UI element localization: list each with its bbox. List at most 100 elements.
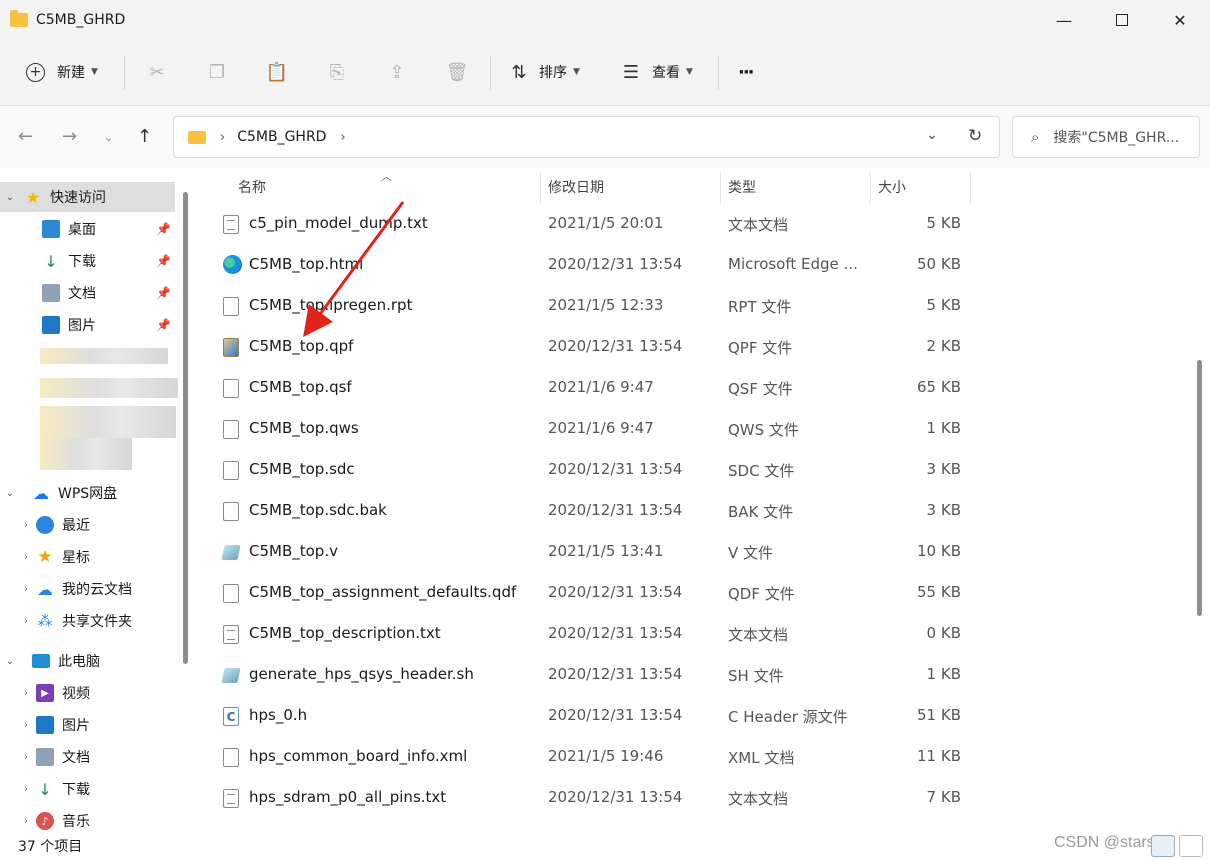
sidebar-item-pc-downloads[interactable]: › ↓ 下载: [0, 774, 175, 804]
file-row[interactable]: C5MB_top_assignment_defaults.qdf 2020/12/…: [217, 573, 977, 614]
file-row[interactable]: hps_sdram_p0_all_pins.txt 2020/12/31 13:5…: [217, 778, 977, 819]
details-view-button[interactable]: [1151, 835, 1175, 857]
file-type: V 文件: [728, 544, 774, 562]
sidebar-item-videos[interactable]: › ▶ 视频: [0, 678, 175, 708]
column-header-name[interactable]: 名称: [238, 168, 266, 206]
sidebar-scrollbar[interactable]: [183, 192, 188, 664]
file-row[interactable]: C5MB_top.ipregen.rpt 2021/1/5 12:33 RPT 文件…: [217, 286, 977, 327]
breadcrumb-segment[interactable]: C5MB_GHRD: [237, 129, 326, 145]
copy-button[interactable]: ❐: [206, 54, 228, 90]
sidebar-item-label: 桌面: [68, 222, 96, 238]
sidebar-item-my-cloud-docs[interactable]: › ☁ 我的云文档: [0, 574, 175, 604]
column-divider[interactable]: [970, 172, 971, 204]
cut-button[interactable]: ✂: [146, 54, 168, 90]
chevron-down-icon: ⌄: [5, 191, 15, 203]
pin-icon[interactable]: 📌: [156, 222, 171, 236]
forward-button[interactable]: →: [62, 126, 77, 147]
new-button[interactable]: + 新建 ▼: [26, 54, 98, 90]
file-date-modified: 2021/1/6 9:47: [548, 378, 654, 396]
close-button[interactable]: ✕: [1151, 0, 1209, 40]
computer-icon: [32, 654, 50, 668]
column-header-date[interactable]: 修改日期: [548, 168, 604, 206]
sidebar-item-downloads[interactable]: ↓ 下载 📌: [0, 246, 175, 276]
list-view-icon: ☰: [622, 61, 640, 83]
chevron-down-icon: ⌄: [5, 655, 15, 667]
paste-button[interactable]: 📋: [266, 54, 288, 90]
sidebar-item-this-pc[interactable]: ⌄ 此电脑: [0, 646, 175, 676]
file-type: RPT 文件: [728, 298, 792, 316]
back-button[interactable]: ←: [18, 126, 33, 147]
tiles-view-button[interactable]: [1179, 835, 1203, 857]
address-history-button[interactable]: ⌄: [926, 127, 938, 143]
file-date-modified: 2020/12/31 13:54: [548, 501, 683, 519]
pin-icon[interactable]: 📌: [156, 286, 171, 300]
breadcrumb-chevron-icon[interactable]: ›: [340, 130, 345, 145]
sidebar-item-label: WPS网盘: [58, 486, 118, 502]
c-header-icon: C: [223, 707, 239, 726]
file-name: C5MB_top.v: [249, 542, 338, 560]
maximize-button[interactable]: [1093, 0, 1151, 40]
sort-button[interactable]: ⇅ 排序 ▼: [508, 54, 579, 90]
copy-icon: ❐: [208, 61, 226, 83]
sidebar-item-desktop[interactable]: 桌面 📌: [0, 214, 175, 244]
file-row[interactable]: hps_common_board_info.xml 2021/1/5 19:46 X…: [217, 737, 977, 778]
toolbar-divider: [124, 56, 125, 90]
sidebar-item-pc-documents[interactable]: › 文档: [0, 742, 175, 772]
search-icon: ⌕: [1031, 128, 1040, 146]
pictures-icon: [42, 316, 60, 334]
file-name: hps_common_board_info.xml: [249, 747, 468, 765]
redacted-item: [40, 406, 176, 438]
file-name: C5MB_top.qsf: [249, 378, 352, 396]
column-divider[interactable]: [870, 172, 871, 204]
up-button[interactable]: ↑: [137, 126, 152, 147]
column-header-type[interactable]: 类型: [728, 168, 756, 206]
forward-arrow-icon: →: [62, 126, 78, 147]
pin-icon[interactable]: 📌: [156, 318, 171, 332]
sidebar-item-pc-pictures[interactable]: › 图片: [0, 710, 175, 740]
file-row[interactable]: c5_pin_model_dump.txt 2021/1/5 20:01 文本文档 5…: [217, 204, 977, 245]
file-row[interactable]: C5MB_top.sdc.bak 2020/12/31 13:54 BAK 文件 3 …: [217, 491, 977, 532]
sidebar-item-music[interactable]: › ♪ 音乐: [0, 806, 175, 832]
file-row[interactable]: C5MB_top.html 2020/12/31 13:54 Microsoft E…: [217, 245, 977, 286]
file-row[interactable]: Chps_0.h 2020/12/31 13:54 C Header 源文件 51 K…: [217, 696, 977, 737]
refresh-button[interactable]: ↻: [968, 126, 982, 146]
column-divider[interactable]: [720, 172, 721, 204]
file-icon: [223, 379, 239, 398]
file-list-scrollbar[interactable]: [1197, 360, 1202, 616]
file-type: XML 文档: [728, 749, 795, 767]
sidebar-item-recent[interactable]: › 最近: [0, 510, 175, 540]
file-row[interactable]: C5MB_top.qws 2021/1/6 9:47 QWS 文件 1 KB: [217, 409, 977, 450]
search-box[interactable]: ⌕ 搜索"C5MB_GHR...: [1012, 116, 1200, 158]
pin-icon[interactable]: 📌: [156, 254, 171, 268]
delete-button[interactable]: 🗑: [446, 54, 469, 90]
file-row[interactable]: C5MB_top.qpf 2020/12/31 13:54 QPF 文件 2 KB: [217, 327, 977, 368]
file-row[interactable]: C5MB_top.v 2021/1/5 13:41 V 文件 10 KB: [217, 532, 977, 573]
file-row[interactable]: C5MB_top.qsf 2021/1/6 9:47 QSF 文件 65 KB: [217, 368, 977, 409]
rename-button[interactable]: ⎘: [326, 54, 348, 90]
file-row[interactable]: C5MB_top.sdc 2020/12/31 13:54 SDC 文件 3 KB: [217, 450, 977, 491]
share-icon: ⇪: [389, 61, 405, 83]
verilog-file-icon: [221, 545, 241, 560]
download-icon: ↓: [44, 251, 58, 271]
address-bar[interactable]: › C5MB_GHRD › ⌄ ↻: [173, 116, 1000, 158]
file-row[interactable]: C5MB_top_description.txt 2020/12/31 13:54…: [217, 614, 977, 655]
file-type: SH 文件: [728, 667, 784, 685]
file-date-modified: 2020/12/31 13:54: [548, 460, 683, 478]
column-divider[interactable]: [540, 172, 541, 204]
file-row[interactable]: generate_hps_qsys_header.sh 2020/12/31 13…: [217, 655, 977, 696]
sidebar-item-pictures[interactable]: 图片 📌: [0, 310, 175, 340]
minimize-button[interactable]: —: [1035, 0, 1093, 40]
share-button[interactable]: ⇪: [386, 54, 408, 90]
cloud-icon: ☁: [33, 483, 49, 503]
more-options-button[interactable]: ···: [738, 54, 754, 90]
column-header-size[interactable]: 大小: [878, 168, 906, 206]
chevron-right-icon: ›: [24, 783, 28, 795]
chevron-down-icon: ▼: [686, 67, 693, 77]
sidebar-item-wps-drive[interactable]: ⌄ ☁ WPS网盘: [0, 478, 175, 508]
view-button[interactable]: ☰ 查看 ▼: [620, 54, 693, 90]
sidebar-item-shared-folder[interactable]: › ⁂ 共享文件夹: [0, 606, 175, 636]
sidebar-item-documents[interactable]: 文档 📌: [0, 278, 175, 308]
sidebar-item-quick-access[interactable]: ⌄ ★ 快速访问: [0, 182, 175, 212]
sidebar-item-starred[interactable]: › ★ 星标: [0, 542, 175, 572]
recent-locations-button[interactable]: ⌄: [104, 131, 113, 144]
